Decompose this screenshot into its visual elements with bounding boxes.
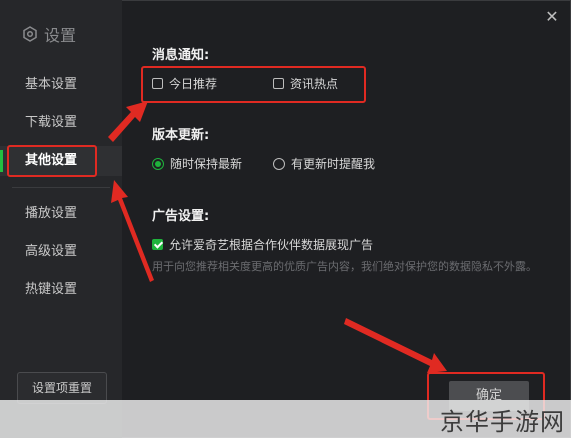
watermark-text: 京华手游网 [440, 408, 565, 436]
arrow-to-other [111, 180, 154, 282]
annotation-arrows [108, 101, 447, 373]
arrow-to-notify [108, 101, 148, 142]
arrow-to-ok [344, 318, 447, 373]
watermark-bar: 京华手游网 [0, 400, 571, 438]
